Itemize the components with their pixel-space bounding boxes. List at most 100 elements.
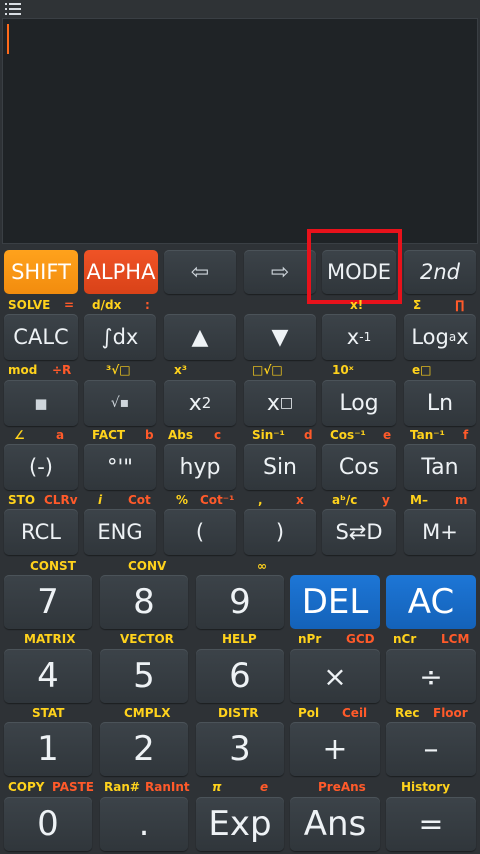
sin-key[interactable]: Sin (244, 444, 316, 490)
label-arctan: Tan⁻¹ (410, 428, 445, 442)
ans-key[interactable]: Ans (290, 797, 380, 851)
label-rec: Rec (395, 706, 420, 720)
log-key[interactable]: Log (322, 380, 396, 426)
hyp-key[interactable]: hyp (164, 444, 236, 490)
label-div-remainder: ÷R (52, 363, 72, 377)
label-pol: Pol (298, 706, 320, 720)
label-cmplx: CMPLX (124, 706, 171, 720)
label-c: c (214, 428, 222, 442)
reciprocal-base: x (346, 325, 360, 349)
all-clear-key[interactable]: AC (386, 575, 476, 629)
s-to-d-key[interactable]: S⇄D (322, 509, 396, 555)
negative-key[interactable]: (-) (4, 444, 78, 490)
label-arcsin: Sin⁻¹ (252, 428, 285, 442)
digit-8-key[interactable]: 8 (100, 575, 188, 629)
digit-0-key[interactable]: 0 (4, 797, 92, 851)
right-paren-key[interactable]: ) (244, 509, 316, 555)
label-factorial: x! (350, 298, 364, 312)
label-y: y (382, 493, 390, 507)
digit-5-key[interactable]: 5 (100, 649, 188, 703)
plus-key[interactable]: + (290, 722, 380, 776)
label-cube: x³ (174, 363, 187, 377)
label-copy: COPY (8, 780, 45, 794)
label-stat: STAT (32, 706, 65, 720)
cursor-right-key[interactable]: ⇨ (244, 250, 316, 294)
alpha-key[interactable]: ALPHA (84, 250, 158, 294)
calc-key[interactable]: CALC (4, 314, 78, 360)
calculator-display[interactable] (2, 18, 478, 244)
label-distr: DISTR (218, 706, 259, 720)
label-history: History (401, 780, 451, 794)
label-x: x (296, 493, 304, 507)
label-imaginary: i (98, 493, 103, 507)
shift-key[interactable]: SHIFT (4, 250, 78, 294)
label-a: a (56, 428, 65, 442)
label-fact: FACT (92, 428, 126, 442)
label-comma: , (258, 493, 263, 507)
label-lcm: LCM (441, 632, 470, 646)
sqrt-key[interactable]: √▪ (84, 380, 156, 426)
digit-2-key[interactable]: 2 (100, 722, 188, 776)
label-nth-root: □√□ (252, 363, 283, 377)
tan-key[interactable]: Tan (404, 444, 476, 490)
ln-key[interactable]: Ln (404, 380, 476, 426)
digit-7-key[interactable]: 7 (4, 575, 92, 629)
text-cursor (7, 24, 9, 54)
label-clrv: CLRv (44, 493, 78, 507)
reciprocal-key[interactable]: x -1 (322, 314, 396, 360)
label-cot: Cot (128, 493, 151, 507)
label-ceil: Ceil (342, 706, 368, 720)
second-function-key[interactable]: 2nd (404, 250, 476, 294)
label-arccos: Cos⁻¹ (330, 428, 366, 442)
delete-key[interactable]: DEL (290, 575, 380, 629)
minus-key[interactable]: – (386, 722, 476, 776)
power-base: x (266, 390, 280, 416)
label-conv: CONV (128, 559, 167, 573)
multiply-key[interactable]: × (290, 649, 380, 703)
cos-key[interactable]: Cos (322, 444, 396, 490)
label-ten-power: 10ˣ (332, 363, 354, 377)
cursor-left-key[interactable]: ⇦ (164, 250, 236, 294)
label-npr: nPr (298, 632, 322, 646)
label-fraction: aᵇ/c (332, 493, 358, 507)
square-key[interactable]: x2 (164, 380, 236, 426)
label-ddx: d/dx (92, 298, 122, 312)
decimal-point-key[interactable]: . (100, 797, 188, 851)
label-vector: VECTOR (120, 632, 174, 646)
left-paren-key[interactable]: ( (164, 509, 236, 555)
label-paste: PASTE (52, 780, 95, 794)
label-e: e (383, 428, 392, 442)
hamburger-menu-icon[interactable] (5, 2, 21, 16)
degree-minute-second-key[interactable]: °'" (84, 444, 156, 490)
digit-3-key[interactable]: 3 (196, 722, 284, 776)
divide-key[interactable]: ÷ (386, 649, 476, 703)
rcl-key[interactable]: RCL (4, 509, 78, 555)
reciprocal-exponent: -1 (359, 330, 372, 344)
eng-key[interactable]: ENG (84, 509, 156, 555)
cursor-down-key[interactable]: ▼ (244, 314, 316, 360)
exp-key[interactable]: Exp (196, 797, 284, 851)
label-m-minus: M– (410, 493, 428, 507)
label-colon: : (145, 298, 150, 312)
label-mod: mod (8, 363, 38, 377)
fraction-key[interactable]: ▪ (4, 380, 78, 426)
digit-4-key[interactable]: 4 (4, 649, 92, 703)
label-solve: SOLVE (8, 298, 51, 312)
label-infinity: ∞ (257, 559, 267, 573)
label-preans: PreAns (318, 780, 366, 794)
label-equals: = (64, 298, 75, 312)
log-base-key[interactable]: Log a x (404, 314, 476, 360)
digit-1-key[interactable]: 1 (4, 722, 92, 776)
power-exponent: □ (279, 395, 294, 411)
equals-key[interactable]: = (386, 797, 476, 851)
label-const: CONST (30, 559, 76, 573)
m-plus-key[interactable]: M+ (404, 509, 476, 555)
cursor-up-key[interactable]: ▲ (164, 314, 236, 360)
digit-6-key[interactable]: 6 (196, 649, 284, 703)
digit-9-key[interactable]: 9 (196, 575, 284, 629)
integral-key[interactable]: ∫dx (84, 314, 156, 360)
label-percent: % (176, 493, 189, 507)
power-key[interactable]: x □ (244, 380, 316, 426)
label-ncr: nCr (393, 632, 417, 646)
label-e-power: e□ (412, 363, 432, 377)
